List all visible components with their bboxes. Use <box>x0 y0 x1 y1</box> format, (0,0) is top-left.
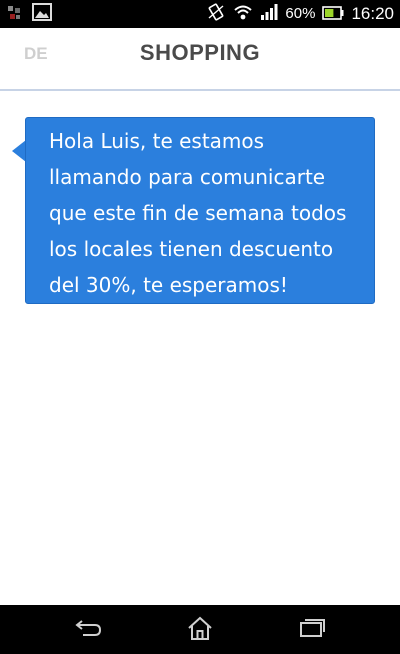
app-notification-icon <box>8 5 22 24</box>
header-divider <box>0 89 400 91</box>
back-button[interactable] <box>68 615 108 645</box>
battery-percent: 60% <box>285 5 316 22</box>
page-title: SHOPPING <box>139 40 261 65</box>
clock: 16:20 <box>351 4 394 23</box>
status-bar: 60% 16:20 <box>0 0 400 28</box>
bubble-tail <box>12 140 26 162</box>
wifi-icon <box>233 3 253 25</box>
status-icons: 60% 16:20 <box>206 2 394 26</box>
battery-icon <box>322 5 344 24</box>
vibrate-icon <box>206 2 226 26</box>
image-icon <box>32 3 52 25</box>
back-icon <box>73 617 103 643</box>
app-header: DE SHOPPING <box>0 28 400 90</box>
signal-icon <box>260 3 278 25</box>
home-icon <box>186 615 214 645</box>
recent-apps-icon <box>298 617 326 643</box>
recent-apps-button[interactable] <box>292 615 332 645</box>
notification-area <box>8 3 52 25</box>
navigation-bar <box>0 605 400 654</box>
message-text: Hola Luis, te estamos llamando para comu… <box>49 129 347 297</box>
home-button[interactable] <box>180 615 220 645</box>
